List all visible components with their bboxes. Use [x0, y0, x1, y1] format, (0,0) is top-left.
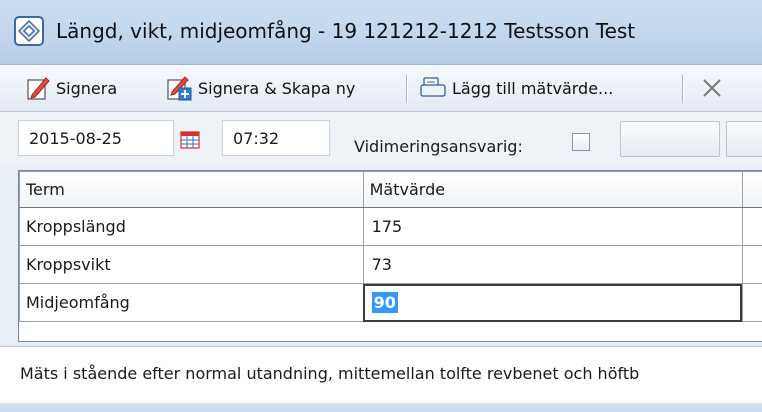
- sign-button[interactable]: Signera: [26, 73, 117, 103]
- table-row[interactable]: Kroppslängd 175: [19, 207, 762, 246]
- calendar-icon[interactable]: [180, 131, 200, 153]
- sign-new-icon: [167, 76, 192, 101]
- description-text: Mäts i stående efter normal utandning, m…: [20, 364, 640, 383]
- blank-button[interactable]: [620, 121, 720, 157]
- sign-icon: [27, 77, 50, 100]
- date-field[interactable]: 2015-08-25: [18, 120, 174, 156]
- window-title: Längd, vikt, midjeomfång - 19 121212-121…: [56, 19, 636, 43]
- date-row: 2015-08-25 07:32 Vidimeringsansvarig:: [0, 112, 762, 164]
- title-bar: Längd, vikt, midjeomfång - 19 121212-121…: [0, 0, 762, 65]
- table-row[interactable]: Midjeomfång 90: [19, 283, 762, 322]
- toolbar: Signera Signera & Skapa ny Lägg till mät…: [0, 65, 762, 112]
- value-cell[interactable]: 175: [362, 207, 743, 246]
- toolbar-separator: [406, 75, 407, 103]
- vidimering-checkbox[interactable]: [572, 133, 590, 151]
- sign-and-create-new-label: Signera & Skapa ny: [198, 78, 356, 98]
- app-icon: [14, 16, 44, 46]
- extra-cell: [741, 207, 762, 246]
- close-button[interactable]: [700, 73, 724, 103]
- value-cell[interactable]: 73: [362, 245, 743, 284]
- toolbar-separator: [682, 75, 683, 103]
- measurement-grid: Term Mätvärde Kroppslängd 175 Kroppsvikt…: [18, 170, 762, 342]
- add-value-icon: [420, 77, 446, 97]
- header-extra: [741, 171, 762, 208]
- add-measurement-button[interactable]: Lägg till mätvärde...: [420, 73, 613, 103]
- time-field[interactable]: 07:32: [222, 120, 330, 156]
- header-value[interactable]: Mätvärde: [362, 171, 743, 208]
- sign-and-create-new-button[interactable]: Signera & Skapa ny: [166, 73, 355, 103]
- header-term[interactable]: Term: [19, 171, 364, 208]
- window-bottom-edge: [0, 403, 762, 412]
- selected-value-text[interactable]: 90: [371, 292, 398, 313]
- sign-label: Signera: [56, 78, 118, 98]
- measurement-window: Längd, vikt, midjeomfång - 19 121212-121…: [0, 0, 762, 412]
- description-bar: Mäts i stående efter normal utandning, m…: [0, 346, 762, 404]
- close-icon: [703, 79, 721, 97]
- value-cell-editing[interactable]: 90: [362, 283, 743, 322]
- extra-cell: [741, 283, 762, 322]
- grid-header-row: Term Mätvärde: [19, 171, 762, 208]
- term-cell: Kroppslängd: [19, 207, 364, 246]
- term-cell: Kroppsvikt: [19, 245, 364, 284]
- extra-cell: [741, 245, 762, 284]
- add-measurement-label: Lägg till mätvärde...: [452, 78, 614, 98]
- term-cell: Midjeomfång: [19, 283, 364, 322]
- table-row[interactable]: Kroppsvikt 73: [19, 245, 762, 284]
- blank-button[interactable]: [726, 121, 762, 157]
- vidimering-label: Vidimeringsansvarig:: [354, 137, 523, 156]
